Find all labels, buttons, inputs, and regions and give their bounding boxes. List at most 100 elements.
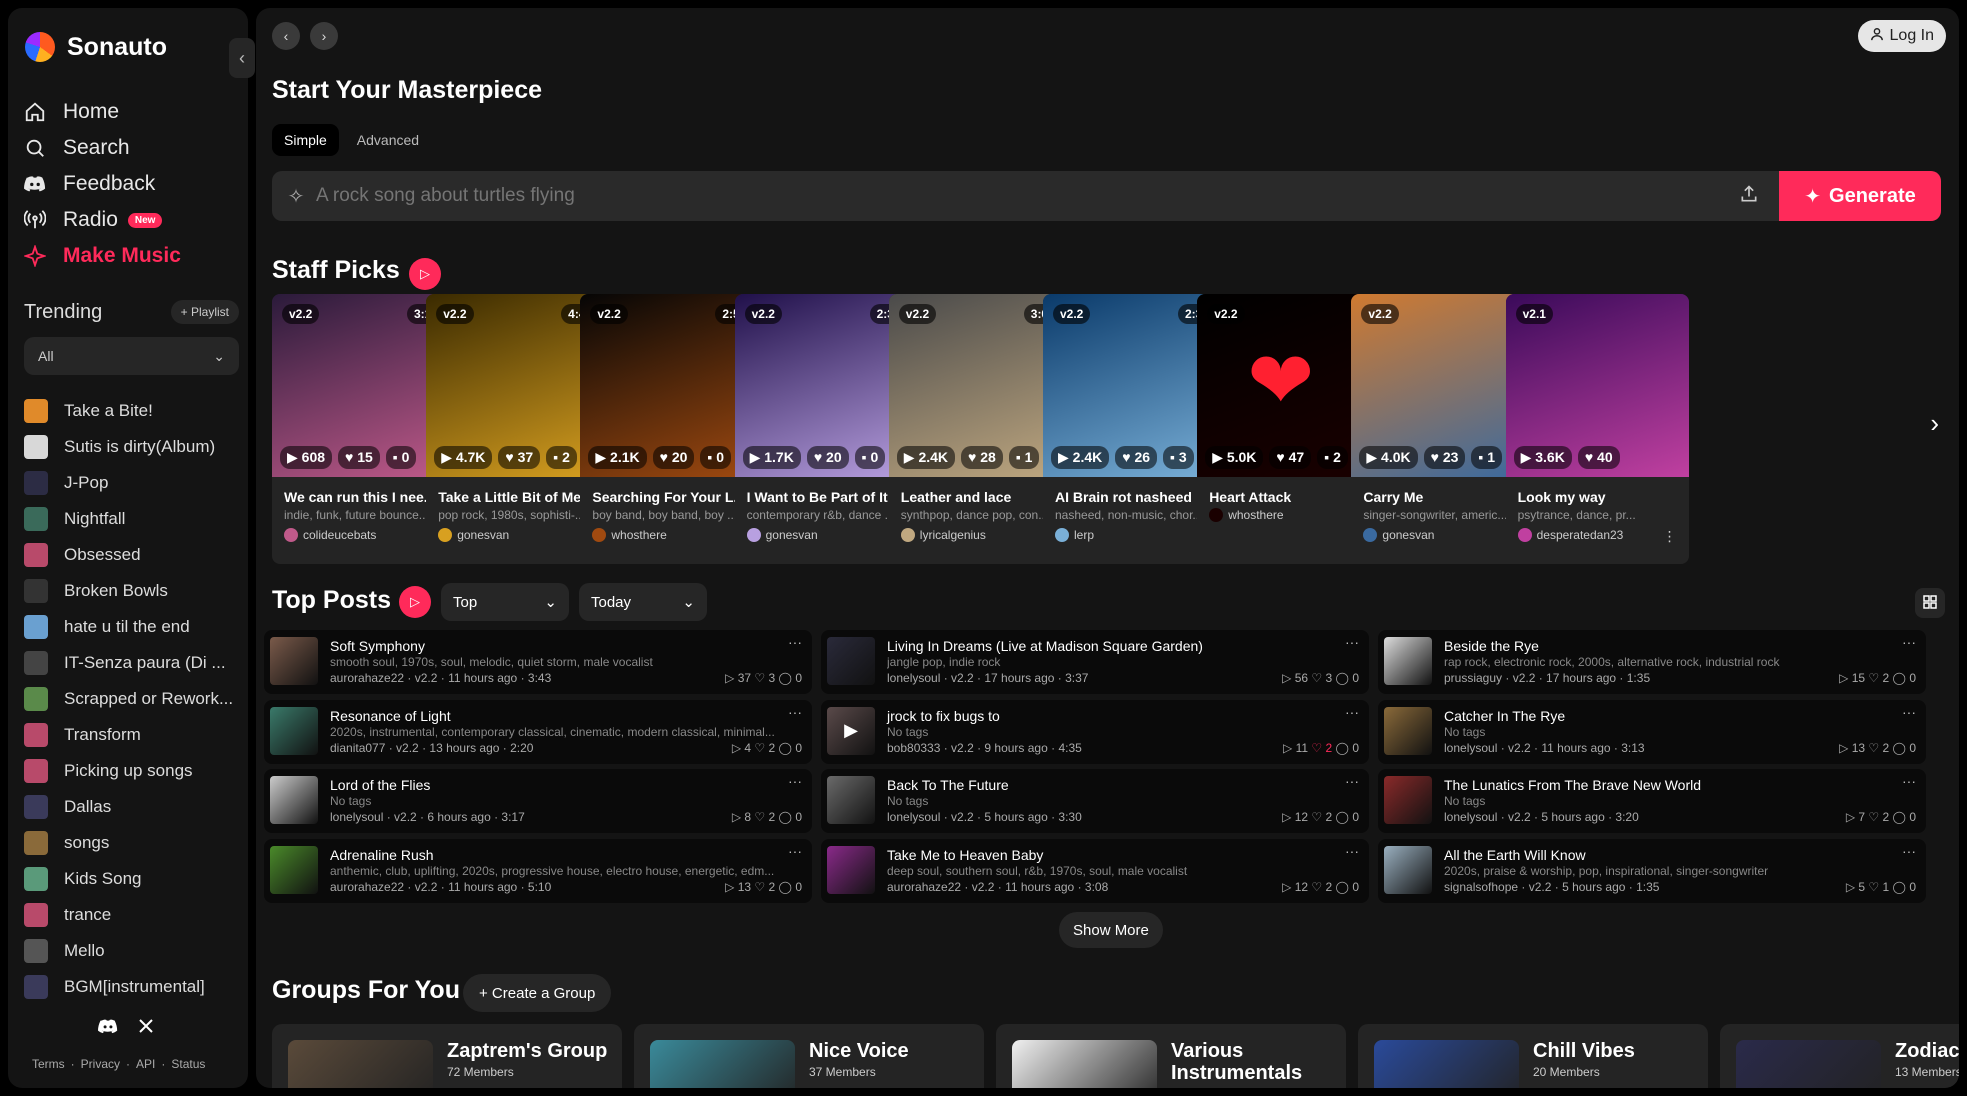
trending-item[interactable]: IT-Senza paura (Di ... xyxy=(24,645,239,681)
post-row[interactable]: Soft Symphony smooth soul, 1970s, soul, m… xyxy=(264,630,812,694)
more-options-icon[interactable]: ··· xyxy=(788,773,802,789)
post-row[interactable]: ▶ jrock to fix bugs to No tags bob80333 · v… xyxy=(821,699,1369,764)
create-group-button[interactable]: + Create a Group xyxy=(463,974,612,1012)
comment-icon: ◯ xyxy=(1335,740,1353,755)
more-options-icon[interactable]: ··· xyxy=(1345,843,1359,859)
group-card[interactable]: Nice Voice 37 Members xyxy=(634,1024,984,1088)
discord-icon[interactable] xyxy=(98,1018,118,1039)
trending-item[interactable]: Picking up songs xyxy=(24,753,239,789)
more-options-icon[interactable]: ··· xyxy=(1902,773,1916,789)
group-card[interactable]: Chill Vibes 20 Members xyxy=(1358,1024,1708,1088)
play-top-posts-button[interactable]: ▷ xyxy=(399,586,431,618)
trending-item-label: Obsessed xyxy=(64,545,141,564)
play-count-value: 2.4K xyxy=(918,449,949,465)
trending-item[interactable]: J-Pop xyxy=(24,465,239,501)
carousel-next-icon[interactable]: › xyxy=(1930,408,1939,439)
more-options-icon[interactable]: ··· xyxy=(788,843,802,859)
song-author[interactable]: whosthere xyxy=(1209,508,1359,522)
social-links xyxy=(98,1018,154,1039)
trending-item[interactable]: songs xyxy=(24,825,239,861)
plays-count: 13 xyxy=(1851,740,1866,755)
trending-item[interactable]: trance xyxy=(24,897,239,933)
song-author[interactable]: desperatedan23 xyxy=(1517,528,1668,542)
nav-search[interactable]: Search xyxy=(23,130,238,166)
post-row[interactable]: All the Earth Will Know 2020s, praise & w… xyxy=(1378,838,1926,903)
playlist-thumbnail xyxy=(24,975,48,999)
nav-home[interactable]: Home xyxy=(23,94,238,130)
post-row[interactable]: Beside the Rye rap rock, electronic rock,… xyxy=(1378,630,1926,694)
post-row[interactable]: Back To The Future No tags lonelysoul · v2… xyxy=(821,769,1369,833)
trending-item[interactable]: Take a Bite! xyxy=(24,393,239,429)
post-row[interactable]: Resonance of Light 2020s, instrumental, c… xyxy=(264,699,812,764)
group-card[interactable]: Zaptrem's Group 72 Members xyxy=(272,1024,622,1088)
group-card[interactable]: Various Instrumentals xyxy=(996,1024,1346,1088)
tab-simple[interactable]: Simple xyxy=(272,124,339,156)
show-more-button[interactable]: Show More xyxy=(1059,912,1163,948)
song-card[interactable]: v2.1 ▶ 3.6K ♥ 40 Look my way psytrance, danc… xyxy=(1505,294,1689,564)
like-count-value: 37 xyxy=(517,449,534,465)
comment-count-value: 2 xyxy=(562,449,570,465)
trending-item[interactable]: Transform xyxy=(24,717,239,753)
song-author[interactable]: gonesvan xyxy=(1363,528,1513,542)
upload-icon[interactable] xyxy=(1729,184,1769,209)
play-staff-picks-button[interactable]: ▷ xyxy=(409,258,441,290)
login-button[interactable]: Log In xyxy=(1857,20,1946,52)
forward-button[interactable]: › xyxy=(310,22,338,50)
x-twitter-icon[interactable] xyxy=(138,1018,154,1039)
post-row[interactable]: Living In Dreams (Live at Madison Square… xyxy=(821,630,1369,694)
sort-select[interactable]: Top ⌄ xyxy=(441,583,569,621)
trending-item[interactable]: Obsessed xyxy=(24,537,239,573)
nav-make-music[interactable]: Make Music xyxy=(23,238,238,274)
terms-link[interactable]: Terms xyxy=(32,1057,65,1071)
trending-item[interactable]: Broken Bowls xyxy=(24,573,239,609)
prompt-input[interactable] xyxy=(316,185,1729,207)
trending-item[interactable]: hate u til the end xyxy=(24,609,239,645)
grid-view-button[interactable] xyxy=(1915,588,1945,618)
api-link[interactable]: API xyxy=(136,1057,155,1071)
more-options-icon[interactable]: ⋮ xyxy=(1663,528,1677,545)
trending-item[interactable]: Sutis is dirty(Album) xyxy=(24,429,239,465)
trending-item[interactable]: Scrapped or Rework... xyxy=(24,681,239,717)
privacy-link[interactable]: Privacy xyxy=(81,1057,120,1071)
more-options-icon[interactable]: ··· xyxy=(1345,704,1359,720)
song-author[interactable]: gonesvan xyxy=(438,528,588,542)
song-author[interactable]: colideucebats xyxy=(284,528,434,542)
trending-item[interactable]: Nightfall xyxy=(24,501,239,537)
more-options-icon[interactable]: ··· xyxy=(1345,773,1359,789)
likes-count: 2 xyxy=(1325,879,1333,894)
trending-item[interactable]: BGM[instrumental] xyxy=(24,969,239,1005)
more-options-icon[interactable]: ··· xyxy=(1902,704,1916,720)
collapse-sidebar-button[interactable]: ‹ xyxy=(229,38,255,78)
heart-icon: ♥ xyxy=(345,449,358,465)
more-options-icon[interactable]: ··· xyxy=(788,704,802,720)
more-options-icon[interactable]: ··· xyxy=(1902,843,1916,859)
more-options-icon[interactable]: ··· xyxy=(1902,634,1916,650)
song-author[interactable]: gonesvan xyxy=(746,528,897,542)
generate-button[interactable]: ✦ Generate xyxy=(1779,171,1941,221)
song-author[interactable]: whosthere xyxy=(592,528,742,542)
post-title: jrock to fix bugs to xyxy=(887,707,1000,724)
group-card[interactable]: Zodiac 13 Members xyxy=(1720,1024,1959,1088)
post-row[interactable]: The Lunatics From The Brave New World No … xyxy=(1378,769,1926,833)
brand[interactable]: Sonauto xyxy=(25,32,167,62)
nav-feedback[interactable]: Feedback xyxy=(23,166,238,202)
more-options-icon[interactable]: ··· xyxy=(788,634,802,650)
trending-item[interactable]: Dallas xyxy=(24,789,239,825)
add-playlist-button[interactable]: + Playlist xyxy=(170,300,239,324)
nav-radio[interactable]: Radio New xyxy=(23,202,238,238)
trending-filter-select[interactable]: All ⌄ xyxy=(24,337,239,375)
post-row[interactable]: Take Me to Heaven Baby deep soul, souther… xyxy=(821,838,1369,903)
play-icon[interactable]: ▶ xyxy=(827,707,875,755)
post-row[interactable]: Lord of the Flies No tags lonelysoul · v2.… xyxy=(264,769,812,833)
tab-advanced[interactable]: Advanced xyxy=(345,124,431,156)
song-author[interactable]: lerp xyxy=(1055,528,1205,542)
back-button[interactable]: ‹ xyxy=(272,22,300,50)
post-row[interactable]: Catcher In The Rye No tags lonelysoul · v2… xyxy=(1378,699,1926,764)
trending-item[interactable]: Kids Song xyxy=(24,861,239,897)
song-author[interactable]: lyricalgenius xyxy=(900,528,1051,542)
more-options-icon[interactable]: ··· xyxy=(1345,634,1359,650)
status-link[interactable]: Status xyxy=(171,1057,205,1071)
range-select[interactable]: Today ⌄ xyxy=(579,583,707,621)
trending-item[interactable]: Mello xyxy=(24,933,239,969)
post-row[interactable]: Adrenaline Rush anthemic, club, uplifting… xyxy=(264,838,812,903)
